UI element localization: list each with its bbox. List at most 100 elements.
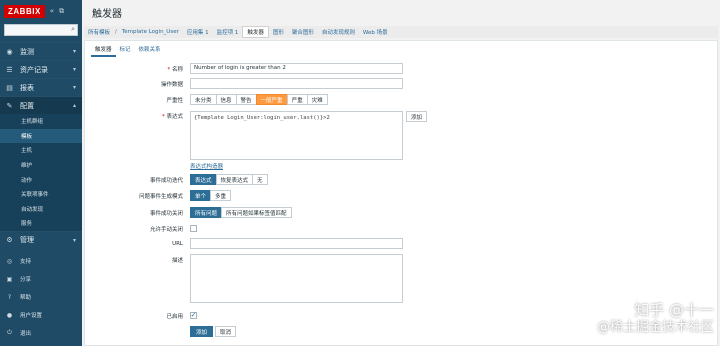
- tab-trigger[interactable]: 触发器: [91, 43, 116, 57]
- menu-help[interactable]: ? 帮助: [0, 288, 82, 306]
- menu-inventory[interactable]: ☰ 资产记录 ▾: [0, 60, 82, 78]
- breadcrumb-applications[interactable]: 应用集 1: [183, 28, 213, 36]
- ok-event-selector: 表达式 恢复表达式 无: [190, 174, 268, 185]
- breadcrumb: 所有模板 / Template Login_User 应用集 1 监控项 1 触…: [84, 26, 718, 38]
- chart-icon: ▤: [6, 83, 13, 92]
- chevron-up-icon: ▴: [72, 102, 76, 109]
- url-label: URL: [172, 240, 183, 247]
- url-row: URL: [85, 238, 719, 249]
- search-icon[interactable]: ⌕: [71, 25, 75, 34]
- breadcrumb-screens[interactable]: 聚合图形: [288, 28, 318, 36]
- expression-row: * 表达式 {Template Login_User:login_user.la…: [85, 111, 719, 161]
- ok-close-tag-match[interactable]: 所有问题如果标签值匹配: [221, 207, 292, 218]
- manual-close-label: 允许手动关闭: [149, 226, 183, 233]
- severity-not-classified[interactable]: 未分类: [190, 94, 217, 105]
- submenu-templates[interactable]: 模板: [0, 128, 82, 144]
- name-label: * 名称: [167, 66, 183, 73]
- problem-mode-label: 问题事件生成模式: [138, 193, 183, 200]
- sidebar-bottom-menu: ◎ 支持 ▣ 分享 ? 帮助 ● 用户设置 ⏻ 退出: [0, 252, 82, 342]
- menu-reports[interactable]: ▤ 报表 ▾: [0, 78, 82, 96]
- ok-event-row: 事件成功迭代 表达式 恢复表达式 无: [85, 174, 719, 185]
- configuration-submenu: 主机群组 模板 主机 维护 动作 关联项事件 自动发现 服务: [0, 114, 82, 231]
- breadcrumb-triggers[interactable]: 触发器: [242, 26, 269, 38]
- breadcrumb-web-scenarios[interactable]: Web 场景: [359, 28, 392, 36]
- trigger-form: 触发器 标记 依赖关系 * 名称 Number of login is grea…: [84, 40, 718, 346]
- share-icon: ▣: [6, 275, 13, 283]
- severity-warning[interactable]: 警告: [235, 94, 257, 105]
- check-icon: ✓: [190, 311, 197, 319]
- menu-support-label: 支持: [20, 259, 32, 265]
- eye-icon: ◉: [6, 47, 13, 56]
- expression-textarea[interactable]: {Template Login_User:login_user.last()}>…: [190, 111, 403, 160]
- kiosk-mode-icon[interactable]: ⧉: [59, 7, 64, 16]
- submenu-hosts[interactable]: 主机: [0, 143, 82, 158]
- manual-close-checkbox[interactable]: [190, 225, 197, 232]
- sidebar: ZABBIX « ⧉ ⌕ ◉ 监测 ▾ ☰ 资产记录 ▾ ▤ 报表 ▾ ✎ 配置…: [0, 0, 82, 346]
- tab-dependencies[interactable]: 依赖关系: [135, 43, 165, 57]
- name-input[interactable]: Number of login is greater than 2: [190, 63, 403, 74]
- submenu-event-correlation[interactable]: 关联项事件: [0, 187, 82, 202]
- ok-close-all-problems[interactable]: 所有问题: [190, 207, 223, 218]
- severity-information[interactable]: 信息: [215, 94, 237, 105]
- submenu-host-groups[interactable]: 主机群组: [0, 114, 82, 129]
- zabbix-logo[interactable]: ZABBIX: [4, 4, 45, 18]
- submenu-discovery[interactable]: 自动发现: [0, 202, 82, 217]
- opdata-input[interactable]: [190, 78, 403, 89]
- url-input[interactable]: [190, 238, 403, 249]
- opdata-row: 操作数据: [85, 78, 719, 89]
- menu-user-settings[interactable]: ● 用户设置: [0, 306, 82, 324]
- tab-tags[interactable]: 标记: [116, 43, 135, 57]
- submit-add-button[interactable]: 添加: [190, 326, 214, 337]
- constructor-row: 表达式构造器: [85, 162, 719, 170]
- watermark: 知乎 @十一 @稀土掘金技术社区: [597, 302, 714, 336]
- breadcrumb-template[interactable]: Template Login_User: [118, 29, 183, 35]
- breadcrumb-discovery-rules[interactable]: 自动发现规则: [318, 28, 359, 36]
- ok-event-label: 事件成功迭代: [149, 177, 183, 184]
- severity-row: 严重性 未分类 信息 警告 一般严重 严重 灾难: [85, 94, 719, 105]
- menu-monitoring[interactable]: ◉ 监测 ▾: [0, 42, 82, 60]
- submenu-services[interactable]: 服务: [0, 216, 82, 231]
- ok-event-recovery-expression[interactable]: 恢复表达式: [215, 174, 254, 185]
- opdata-label: 操作数据: [160, 81, 183, 88]
- menu-sign-out[interactable]: ⏻ 退出: [0, 324, 82, 342]
- collapse-sidebar-icon[interactable]: «: [50, 7, 54, 15]
- menu-support[interactable]: ◎ 支持: [0, 252, 82, 270]
- sidebar-search-input[interactable]: ⌕: [4, 24, 78, 36]
- watermark-zhihu: 知乎 @十一: [634, 301, 714, 319]
- ok-event-none[interactable]: 无: [252, 174, 268, 185]
- breadcrumb-items[interactable]: 监控项 1: [213, 28, 243, 36]
- chevron-down-icon: ▾: [72, 84, 76, 91]
- submenu-maintenance[interactable]: 维护: [0, 158, 82, 173]
- user-icon: ●: [6, 311, 13, 319]
- cancel-button[interactable]: 取消: [215, 326, 237, 337]
- ok-event-expression[interactable]: 表达式: [190, 174, 217, 185]
- wrench-icon: ✎: [6, 101, 13, 110]
- menu-inventory-label: 资产记录: [20, 65, 48, 74]
- problem-mode-multiple[interactable]: 多重: [210, 190, 232, 201]
- breadcrumb-all-templates[interactable]: 所有模板: [84, 28, 114, 36]
- add-expression-button[interactable]: 添加: [406, 111, 428, 122]
- chevron-down-icon: ▾: [72, 48, 76, 55]
- enabled-checkbox[interactable]: ✓: [190, 312, 197, 319]
- menu-monitoring-label: 监测: [20, 47, 34, 56]
- menu-share[interactable]: ▣ 分享: [0, 270, 82, 288]
- problem-mode-single[interactable]: 单个: [190, 190, 212, 201]
- help-icon: ?: [7, 293, 12, 301]
- menu-administration[interactable]: ⚙ 管理 ▾: [0, 230, 82, 249]
- manual-close-row: 允许手动关闭: [85, 224, 719, 233]
- form-tabs: 触发器 标记 依赖关系: [91, 43, 165, 57]
- problem-mode-row: 问题事件生成模式 单个 多重: [85, 190, 719, 201]
- gear-icon: ⚙: [6, 236, 13, 245]
- breadcrumb-graphs[interactable]: 图形: [269, 28, 288, 36]
- severity-disaster[interactable]: 灾难: [306, 94, 328, 105]
- severity-average[interactable]: 一般严重: [255, 94, 288, 105]
- problem-mode-selector: 单个 多重: [190, 190, 232, 201]
- support-icon: ◎: [6, 257, 13, 265]
- watermark-juejin: @稀土掘金技术社区: [596, 320, 714, 335]
- menu-configuration-label: 配置: [20, 101, 34, 110]
- menu-configuration[interactable]: ✎ 配置 ▴: [0, 96, 82, 114]
- description-textarea[interactable]: [190, 254, 403, 303]
- expression-constructor-link[interactable]: 表达式构造器: [190, 162, 223, 170]
- submenu-actions[interactable]: 动作: [0, 172, 82, 187]
- severity-high[interactable]: 严重: [286, 94, 308, 105]
